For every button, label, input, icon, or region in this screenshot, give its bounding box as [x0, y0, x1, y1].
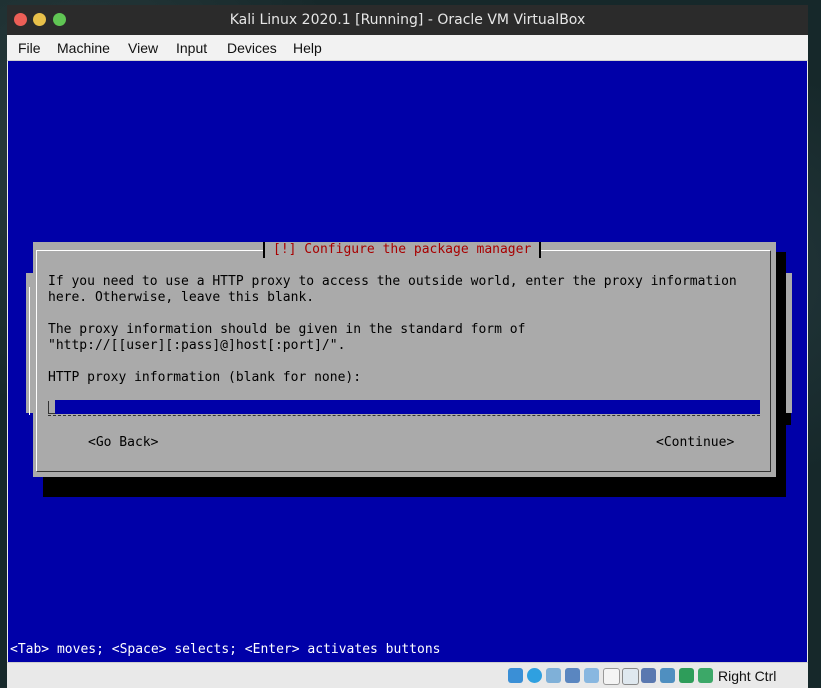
- continue-button[interactable]: <Continue>: [656, 435, 734, 450]
- menu-file[interactable]: File: [18, 40, 41, 56]
- mouse-integration-icon[interactable]: [679, 668, 694, 683]
- host-key-icon[interactable]: [698, 668, 713, 683]
- dialog-shadow-right: [776, 252, 786, 497]
- proxy-input[interactable]: [55, 400, 760, 414]
- menu-input[interactable]: Input: [176, 40, 207, 56]
- dialog-text-line-3: The proxy information should be given in…: [48, 322, 526, 337]
- dialog-title: [!] Configure the package manager: [263, 242, 542, 258]
- menu-devices[interactable]: Devices: [227, 40, 277, 56]
- help-line: <Tab> moves; <Space> selects; <Enter> ac…: [10, 642, 441, 657]
- dialog-text-line-2: here. Otherwise, leave this blank.: [48, 290, 315, 305]
- display-icon[interactable]: [622, 668, 639, 685]
- background-dialog-border: [29, 287, 30, 415]
- dialog-shadow-bottom: [43, 477, 786, 497]
- menu-machine[interactable]: Machine: [57, 40, 110, 56]
- input-underline: [48, 414, 760, 416]
- video-capture-icon[interactable]: [641, 668, 656, 683]
- audio-icon[interactable]: [546, 668, 561, 683]
- configure-package-manager-dialog: [!] Configure the package manager If you…: [33, 242, 776, 477]
- vm-status-bar: Right Ctrl: [7, 662, 808, 688]
- go-back-button[interactable]: <Go Back>: [88, 435, 158, 450]
- window-title: Kali Linux 2020.1 [Running] - Oracle VM …: [229, 12, 586, 28]
- proxy-field-label: HTTP proxy information (blank for none):: [48, 370, 362, 385]
- dialog-text-line-4: "http://[[user][:pass]@]host[:port]/".: [48, 338, 346, 353]
- text-cursor: [48, 401, 55, 414]
- dialog-text-line-1: If you need to use a HTTP proxy to acces…: [48, 274, 737, 289]
- hard-disk-icon[interactable]: [508, 668, 523, 683]
- optical-drive-icon[interactable]: [527, 668, 542, 683]
- host-key-label: Right Ctrl: [718, 668, 777, 684]
- menu-help[interactable]: Help: [293, 40, 322, 56]
- shared-folders-icon[interactable]: [603, 668, 620, 685]
- network-icon[interactable]: [565, 668, 580, 683]
- menu-view[interactable]: View: [128, 40, 158, 56]
- title-bar: Kali Linux 2020.1 [Running] - Oracle VM …: [7, 5, 808, 35]
- virtualbox-window: Kali Linux 2020.1 [Running] - Oracle VM …: [7, 5, 808, 688]
- vm-display[interactable]: [!] Configure the package manager If you…: [8, 61, 807, 662]
- cpu-icon[interactable]: [660, 668, 675, 683]
- menu-bar: File Machine View Input Devices Help: [7, 35, 808, 61]
- usb-icon[interactable]: [584, 668, 599, 683]
